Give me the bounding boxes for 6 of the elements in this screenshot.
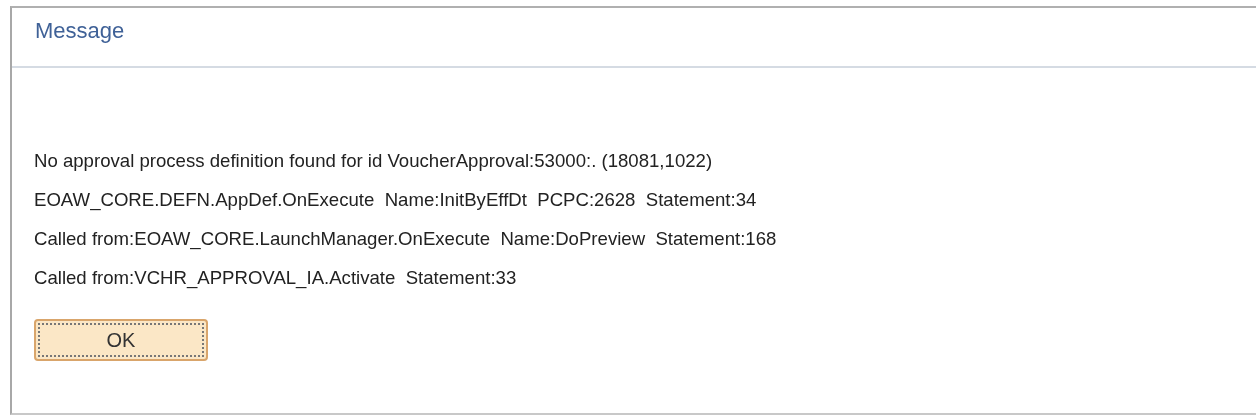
message-line: No approval process definition found for id VoucherApproval:53000:. (18081,1022) — [34, 149, 714, 173]
message-line: Called from:EOAW_CORE.LaunchManager.OnExecute Name:DoPreview Statement:168 — [34, 227, 778, 252]
ok-button[interactable]: OK — [34, 319, 208, 361]
message-line: EOAW_CORE.DEFN.AppDef.OnExecute Name:InitByEffDt PCPC:2628 Statement:34 — [34, 188, 758, 213]
message-line: Called from:VCHR_APPROVAL_IA.Activate Statement:33 — [34, 266, 518, 291]
dialog-title: Message — [35, 17, 126, 45]
